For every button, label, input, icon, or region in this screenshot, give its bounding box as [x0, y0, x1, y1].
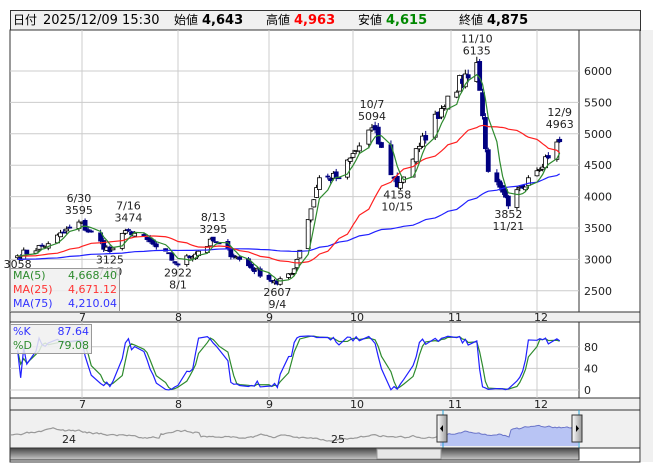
stock-chart[interactable]: 6000 5500 5000 4500 4000 3500 3000 2500 7 7 8 8 9 9 10…: [0, 0, 653, 470]
annotation-label: 11/21: [492, 220, 524, 233]
annotation-label: 4963: [546, 118, 574, 131]
month-label: 8: [175, 311, 182, 324]
candle-up: [514, 189, 520, 208]
k-name: %K: [13, 325, 31, 338]
ma25-name: MA(25): [13, 283, 53, 296]
year-label: 24: [62, 433, 76, 446]
candle-down: [379, 142, 384, 148]
candle-down: [480, 92, 485, 117]
stoch-tick-label: 0: [584, 384, 591, 397]
y-tick-label: 6000: [584, 65, 612, 78]
candle-down: [210, 236, 216, 242]
annotation-label: 3295: [199, 223, 227, 236]
annotation-label: 10/15: [381, 201, 413, 214]
k-value: 87.64: [57, 325, 90, 338]
candle-down: [126, 229, 131, 231]
y-tick-label: 5500: [584, 96, 612, 109]
candle-down: [482, 117, 488, 150]
annotation-label: 5094: [358, 110, 386, 123]
month-label: 12: [534, 398, 548, 411]
ma5-name: MA(5): [13, 269, 46, 282]
candle-down: [557, 138, 563, 143]
candle-up: [308, 208, 314, 221]
ma75-value: 4,210.04: [68, 297, 117, 310]
candle-up: [356, 145, 362, 152]
month-label: 9: [266, 398, 273, 411]
annotation-label: 8/1: [169, 278, 187, 291]
ma75-name: MA(75): [13, 297, 53, 310]
month-label: 8: [175, 398, 182, 411]
y-tick-label: 5000: [584, 128, 612, 141]
month-label: 7: [79, 398, 86, 411]
d-name: %D: [13, 339, 32, 352]
scrollbar-thumb[interactable]: [376, 448, 442, 460]
annotation-label: 9/4: [269, 298, 287, 311]
candle-up: [413, 148, 419, 163]
candle-up: [350, 153, 356, 158]
month-label: 10: [350, 398, 364, 411]
y-tick-label: 3500: [584, 222, 612, 235]
annotation-label: 6135: [463, 45, 491, 58]
month-label: 7: [79, 311, 86, 324]
month-label: 9: [266, 311, 273, 324]
candle-down: [153, 243, 159, 248]
candle-up: [110, 247, 116, 251]
month-label: 10: [350, 311, 364, 324]
candle-down: [141, 234, 147, 237]
month-label: 12: [534, 311, 548, 324]
candle-down: [172, 261, 178, 264]
candle-up: [454, 91, 460, 98]
candle-down: [169, 252, 175, 261]
candle-down: [325, 175, 331, 178]
candle-up: [288, 273, 294, 276]
candle-down: [266, 274, 272, 280]
ma25-value: 4,671.12: [68, 283, 117, 296]
side-gray: [641, 30, 653, 462]
candle-down: [328, 178, 334, 182]
chart-window: 日付 2025/12/09 15:30 始値 4,643 高値 4,963 安値…: [0, 0, 653, 470]
ma5-value: 4,668.40: [68, 269, 117, 282]
annotation-label: 3595: [65, 204, 93, 217]
annotation-label: 3474: [114, 212, 142, 225]
candle-down: [88, 230, 94, 233]
stoch-tick-label: 40: [584, 362, 598, 375]
candle-up: [347, 157, 353, 162]
candle-down: [82, 220, 88, 231]
candle-up: [316, 177, 322, 190]
candle-up: [445, 95, 451, 110]
year-label: 25: [331, 433, 345, 446]
scrollbar-track[interactable]: [9, 447, 580, 461]
candle-up: [305, 219, 311, 250]
candle-down: [24, 249, 30, 255]
candle-up: [534, 170, 540, 177]
y-tick-label: 4500: [584, 159, 612, 172]
candle-up: [416, 145, 422, 150]
month-label: 11: [448, 311, 462, 324]
stoch-legend: %K 87.64 %D 79.08: [10, 324, 92, 354]
candle-up: [439, 108, 444, 118]
candle-down: [248, 263, 254, 269]
candle-down: [61, 231, 66, 234]
candle-up: [311, 199, 317, 208]
candle-down: [175, 263, 181, 266]
y-tick-label: 3000: [584, 253, 612, 266]
ma-legend: MA(5) 4,668.40 MA(25) 4,671.12 MA(75) 4,210…: [10, 268, 120, 312]
d-value: 79.08: [57, 339, 90, 352]
candle-down: [505, 195, 511, 207]
candle-up: [366, 129, 372, 145]
y-tick-label: 4000: [584, 191, 612, 204]
candle-down: [423, 135, 429, 141]
candle-up: [398, 182, 403, 189]
candle-down: [67, 226, 73, 229]
candle-up: [64, 228, 70, 232]
y-tick-label: 2500: [584, 285, 612, 298]
candle-up: [294, 259, 300, 269]
candle-down: [237, 256, 243, 260]
candle-up: [122, 230, 128, 234]
stoch-tick-label: 80: [584, 341, 598, 354]
month-label: 11: [448, 398, 462, 411]
candle-down: [465, 74, 471, 79]
candle-down: [485, 149, 491, 172]
candle-down: [545, 155, 551, 159]
